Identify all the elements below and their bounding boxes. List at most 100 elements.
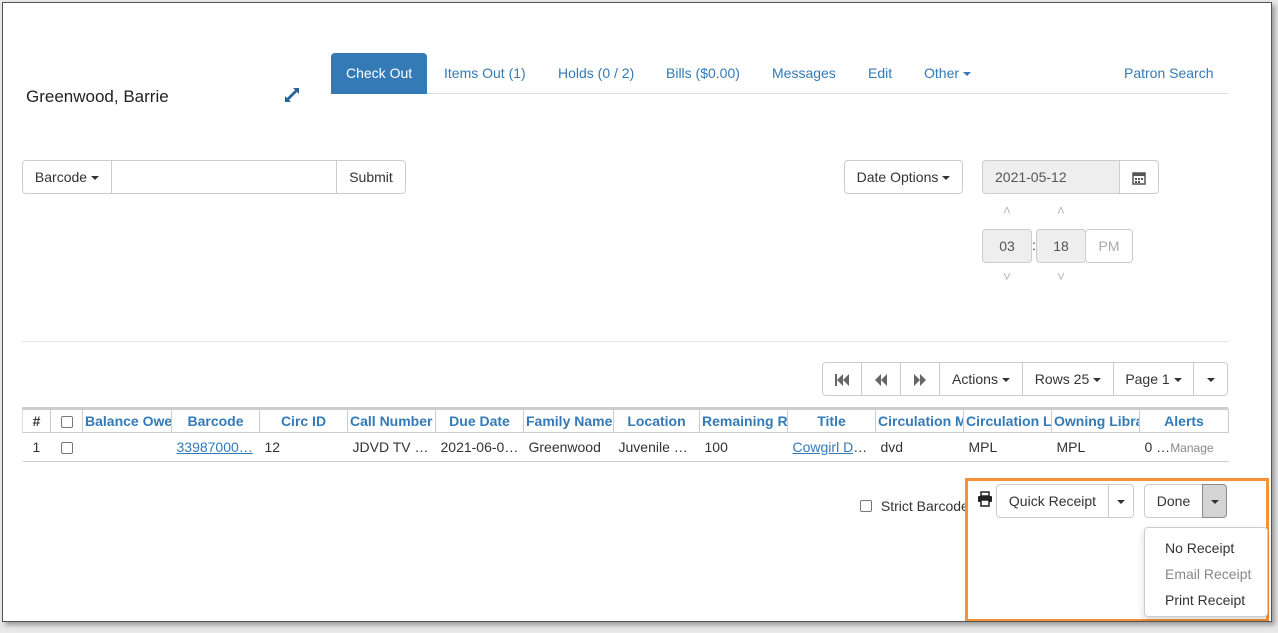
next-page-button[interactable] (900, 362, 940, 396)
patron-nav-tabs: Check Out Items Out (1) Holds (0 / 2) Bi… (331, 53, 1228, 94)
row-select-cell[interactable] (50, 432, 83, 462)
date-options-dropdown[interactable]: Date Options (844, 160, 963, 194)
ampm-toggle[interactable]: PM (1085, 229, 1133, 263)
menu-item-email-receipt[interactable]: Email Receipt (1165, 566, 1251, 582)
tab-holds[interactable]: Holds (0 / 2) (558, 53, 634, 94)
hour-up-chevron-icon[interactable]: ˄ (997, 202, 1017, 218)
divider (22, 341, 1228, 342)
caret-down-icon (1117, 500, 1125, 505)
previous-page-button[interactable] (861, 362, 901, 396)
caret-down-icon (1173, 378, 1182, 383)
cell-owning-library: MPL (1051, 432, 1140, 462)
col-header-title[interactable]: Title (787, 409, 876, 433)
col-header-circulation-library[interactable]: Circulation Library (963, 409, 1052, 433)
due-date-input[interactable]: 2021-05-12 (982, 160, 1120, 194)
patron-search-link[interactable]: Patron Search (1124, 53, 1214, 94)
first-page-icon (835, 374, 849, 387)
done-dropdown-menu: No Receipt Email Receipt Print Receipt (1144, 527, 1268, 617)
tab-edit[interactable]: Edit (868, 53, 892, 94)
cell-due-date: 2021-06-0… (435, 432, 524, 462)
submit-button[interactable]: Submit (336, 160, 406, 194)
cell-title[interactable]: Cowgirl Do… (787, 432, 876, 462)
row-checkbox[interactable] (60, 442, 73, 455)
rows-dropdown[interactable]: Rows 25 (1022, 362, 1114, 396)
col-header-location[interactable]: Location (613, 409, 700, 433)
done-dropdown-toggle[interactable] (1202, 484, 1227, 518)
col-header-owning-library[interactable]: Owning Library (1051, 409, 1140, 433)
cell-balance-owed (82, 432, 172, 462)
expand-icon-svg (285, 88, 299, 102)
menu-item-no-receipt[interactable]: No Receipt (1165, 540, 1234, 556)
col-header-circulation-modifier[interactable]: Circulation Modifier (875, 409, 964, 433)
quick-receipt-button[interactable]: Quick Receipt (996, 484, 1109, 518)
tab-other[interactable]: Other (924, 53, 972, 94)
strict-barcode-checkbox[interactable] (860, 500, 872, 513)
barcode-input[interactable] (111, 160, 337, 194)
tab-bills[interactable]: Bills ($0.00) (666, 53, 740, 94)
items-grid: # Balance Owed Barcode Circ ID Call Numb… (22, 409, 1229, 462)
page-label: Page 1 (1125, 371, 1170, 387)
hour-input[interactable]: 03 (982, 229, 1032, 263)
caret-down-icon (963, 72, 972, 77)
col-header-remaining-renewals[interactable]: Remaining Renewals (699, 409, 788, 433)
minute-input[interactable]: 18 (1036, 229, 1086, 263)
col-header-number[interactable]: # (22, 409, 51, 433)
rows-label: Rows 25 (1034, 371, 1090, 387)
select-all-checkbox[interactable] (60, 416, 73, 429)
cell-circulation-library: MPL (963, 432, 1052, 462)
tab-items-out[interactable]: Items Out (1) (444, 53, 526, 94)
minute-down-chevron-icon[interactable]: ˅ (1051, 268, 1071, 284)
printer-icon (977, 491, 993, 510)
col-header-barcode[interactable]: Barcode (171, 409, 260, 433)
col-header-family-name[interactable]: Family Name (523, 409, 614, 433)
column-options-dropdown[interactable] (1193, 362, 1228, 396)
cell-family-name: Greenwood (523, 432, 614, 462)
title-link[interactable]: Cowgirl Do… (793, 439, 875, 455)
col-header-alerts[interactable]: Alerts (1139, 409, 1229, 433)
strict-barcode-label: Strict Barcode (880, 498, 969, 515)
table-row[interactable]: 1 33987000… 12 JDVD TV … 2021-06-0… Gree… (22, 432, 1229, 462)
patron-checkout-window: Greenwood, Barrie Check Out Items Out (1… (2, 2, 1272, 622)
barcode-type-label: Barcode (34, 169, 88, 185)
cell-circulation-modifier: dvd (875, 432, 964, 462)
cell-barcode[interactable]: 33987000… (171, 432, 260, 462)
menu-item-print-receipt[interactable]: Print Receipt (1165, 592, 1245, 608)
col-header-balance-owed[interactable]: Balance Owed (82, 409, 172, 433)
date-options-label: Date Options (856, 169, 939, 185)
quick-receipt-dropdown-toggle[interactable] (1108, 484, 1134, 518)
cell-remaining-renewals: 100 (699, 432, 788, 462)
hour-down-chevron-icon[interactable]: ˅ (997, 268, 1017, 284)
actions-dropdown[interactable]: Actions (939, 362, 1023, 396)
cell-call-number: JDVD TV … (347, 432, 436, 462)
caret-down-icon (1210, 500, 1219, 505)
caret-down-icon (1093, 378, 1102, 383)
done-button[interactable]: Done (1144, 484, 1203, 518)
col-header-call-number[interactable]: Call Number (347, 409, 436, 433)
caret-down-icon (1206, 378, 1215, 383)
first-page-button[interactable] (822, 362, 862, 396)
calendar-icon (1132, 172, 1146, 186)
col-header-due-date[interactable]: Due Date (435, 409, 524, 433)
minute-up-chevron-icon[interactable]: ˄ (1051, 202, 1071, 218)
actions-label: Actions (952, 371, 998, 387)
strict-barcode-option[interactable]: Strict Barcode (860, 497, 969, 514)
cell-location: Juvenile D… (613, 432, 700, 462)
manage-alerts-link[interactable]: Manage (1170, 441, 1213, 455)
cell-circ-id: 12 (259, 432, 348, 462)
barcode-link[interactable]: 33987000… (177, 439, 253, 455)
caret-down-icon (1001, 378, 1010, 383)
expand-icon[interactable] (281, 85, 303, 107)
forward-icon (914, 374, 926, 387)
tab-check-out[interactable]: Check Out (331, 53, 428, 94)
caret-down-icon (942, 176, 951, 181)
cell-alerts: 0 …Manage (1139, 432, 1229, 462)
page-dropdown[interactable]: Page 1 (1113, 362, 1194, 396)
calendar-button[interactable] (1119, 160, 1159, 194)
patron-name: Greenwood, Barrie (26, 87, 169, 106)
barcode-type-dropdown[interactable]: Barcode (22, 160, 112, 194)
backward-icon (875, 374, 887, 387)
col-header-select-all[interactable] (50, 409, 83, 433)
row-number: 1 (22, 432, 51, 462)
col-header-circ-id[interactable]: Circ ID (259, 409, 348, 433)
tab-messages[interactable]: Messages (772, 53, 836, 94)
